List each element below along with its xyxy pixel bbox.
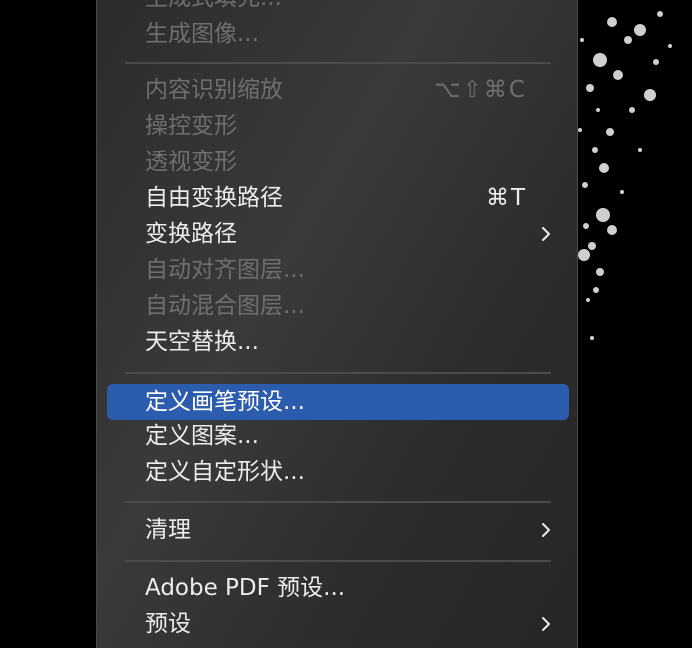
menu-item-define-custom-shape[interactable]: 定义自定形状... [107,454,569,490]
menu-item-label: 操控变形 [145,113,237,139]
menu-item-sky-replacement[interactable]: 天空替换... [107,324,569,360]
menu-item-label: 定义自定形状... [145,459,305,485]
menu-item-transform-path[interactable]: 变换路径 [107,216,569,252]
context-menu: 生成式填充... 生成图像... 内容识别缩放 ⌥⇧⌘C 操控变形 透视变形 自… [96,0,578,648]
menu-item-generative-fill[interactable]: 生成式填充... [107,0,569,16]
menu-item-label: 变换路径 [145,221,237,247]
menu-item-free-transform-path[interactable]: 自由变换路径 ⌘T [107,180,569,216]
menu-item-generate-image[interactable]: 生成图像... [107,16,569,52]
menu-item-label: 内容识别缩放 [145,77,283,103]
menu-item-auto-blend-layers[interactable]: 自动混合图层... [107,288,569,324]
menu-item-label: 天空替换... [145,329,259,355]
menu-separator [125,501,551,503]
menu-item-adobe-pdf-presets[interactable]: Adobe PDF 预设... [107,570,569,606]
menu-item-label: 自动对齐图层... [145,257,305,283]
menu-item-label: Adobe PDF 预设... [145,575,346,601]
chevron-right-icon [542,617,550,631]
menu-separator [125,372,551,374]
chevron-right-icon [542,523,550,537]
menu-item-define-brush-preset[interactable]: 定义画笔预设... [107,384,569,420]
menu-item-define-pattern[interactable]: 定义图案... [107,418,569,454]
chevron-right-icon [542,227,550,241]
menu-item-presets[interactable]: 预设 [107,606,569,642]
menu-item-label: 生成图像... [145,21,259,47]
menu-item-auto-align-layers[interactable]: 自动对齐图层... [107,252,569,288]
menu-item-label: 生成式填充... [145,0,282,16]
menu-item-perspective-warp[interactable]: 透视变形 [107,144,569,180]
menu-item-content-aware-scale[interactable]: 内容识别缩放 ⌥⇧⌘C [107,72,569,108]
menu-item-label: 定义图案... [145,423,259,449]
menu-item-label: 自动混合图层... [145,293,305,319]
menu-separator [125,62,551,64]
menu-item-label: 自由变换路径 [145,185,283,211]
menu-item-shortcut: ⌥⇧⌘C [434,77,527,103]
menu-item-label: 定义画笔预设... [145,389,305,415]
menu-item-puppet-warp[interactable]: 操控变形 [107,108,569,144]
menu-item-label: 预设 [145,611,191,637]
menu-item-shortcut: ⌘T [485,185,527,211]
menu-separator [125,560,551,562]
menu-item-label: 清理 [145,517,191,543]
menu-item-label: 透视变形 [145,149,237,175]
menu-item-purge[interactable]: 清理 [107,512,569,548]
